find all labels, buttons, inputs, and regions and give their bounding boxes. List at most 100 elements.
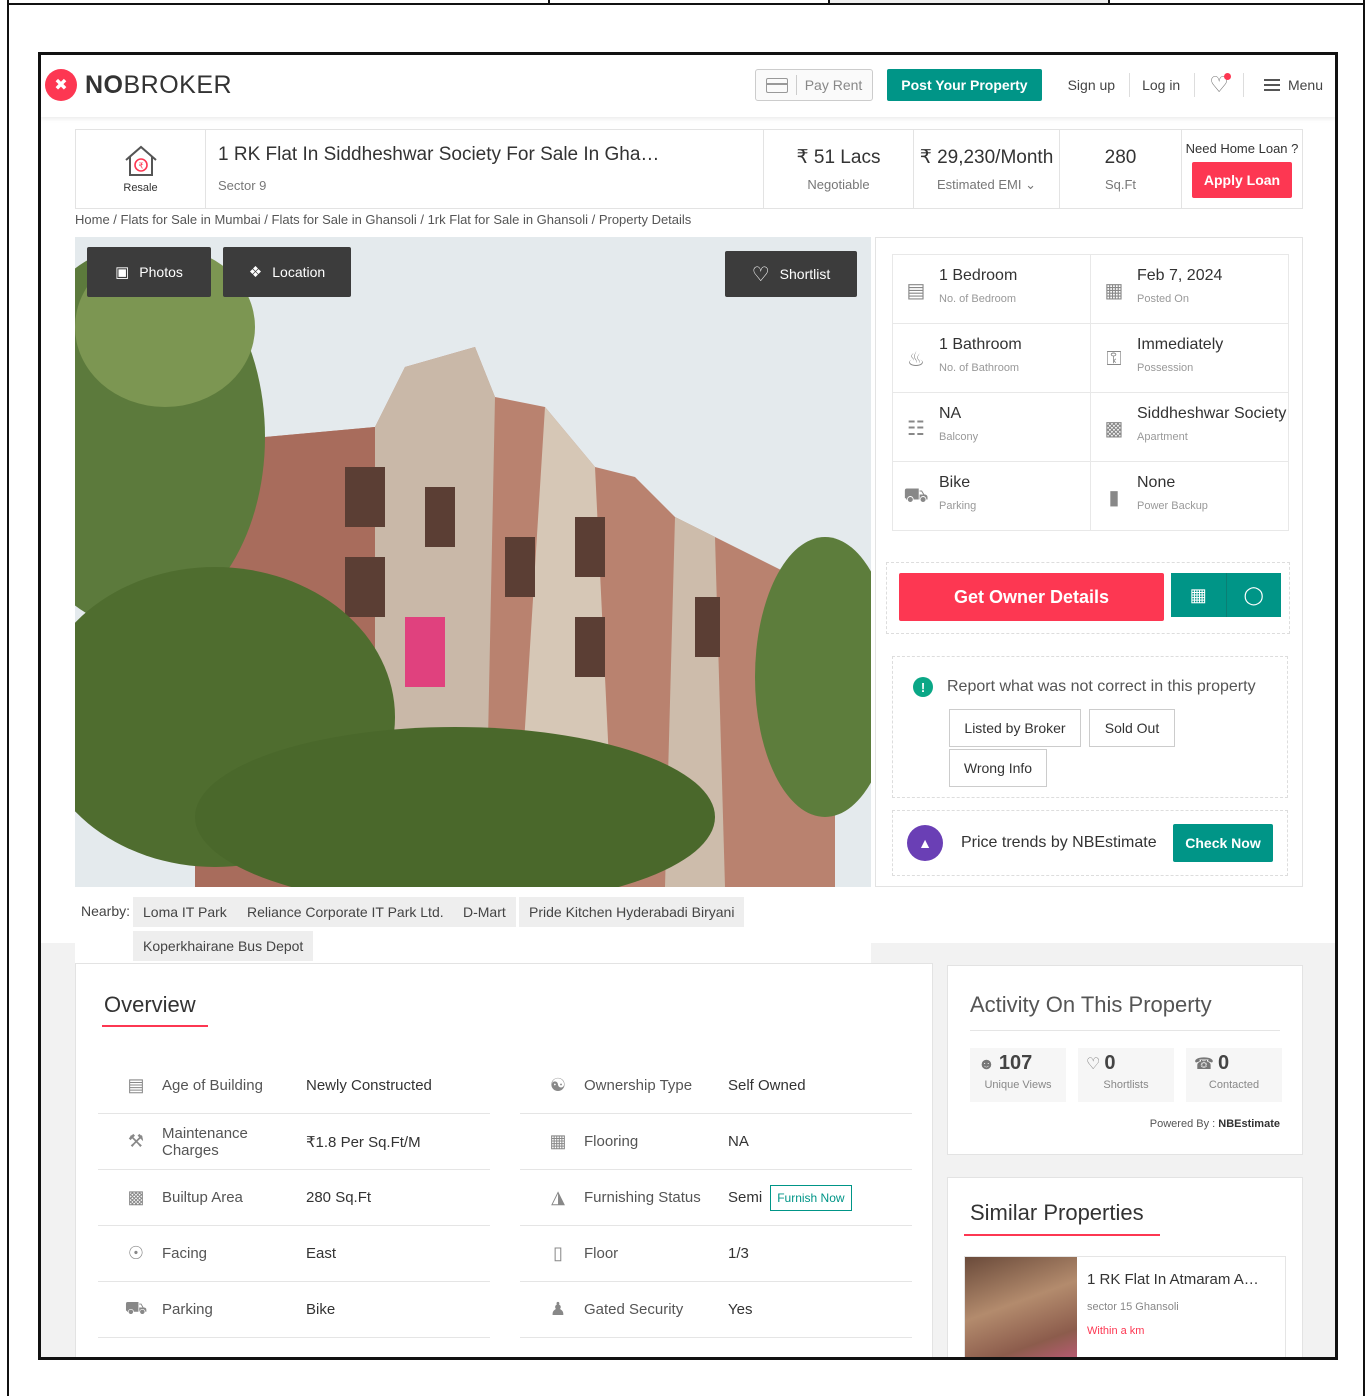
breadcrumb[interactable]: Home / Flats for Sale in Mumbai / Flats … bbox=[75, 212, 691, 227]
overview-value: Yes bbox=[728, 1301, 753, 1318]
shortlist-button[interactable]: ♡ Shortlist bbox=[725, 251, 857, 297]
nearby-label: Nearby: bbox=[81, 903, 131, 919]
area-value: 280 bbox=[1104, 146, 1137, 168]
powered-by: Powered By : NBEstimate bbox=[1150, 1118, 1280, 1130]
alert-icon: ! bbox=[913, 677, 933, 697]
floor-icon: ▯ bbox=[553, 1243, 563, 1263]
overview-label: Flooring bbox=[584, 1133, 639, 1150]
report-heading: ! Report what was not correct in this pro… bbox=[913, 677, 1256, 697]
spec-label: Parking bbox=[939, 500, 977, 512]
property-photo[interactable]: ▣ Photos ❖ Location ♡ Shortlist bbox=[75, 237, 871, 887]
nearby-chip[interactable]: Loma IT Park bbox=[133, 897, 237, 927]
stat-value: 107 bbox=[998, 1052, 1033, 1074]
stat-shortlists: ♡ 0 Shortlists bbox=[1078, 1048, 1174, 1102]
listing-title-cell: 1 RK Flat In Siddheshwar Society For Sal… bbox=[206, 130, 764, 208]
overview-value: NA bbox=[728, 1133, 749, 1150]
overview-label: Gated Security bbox=[584, 1301, 684, 1318]
shortlist-heart-icon[interactable]: ♡ bbox=[1209, 72, 1231, 98]
pay-rent-button[interactable]: Pay Rent bbox=[754, 69, 874, 101]
activity-section: Activity On This Property ☻ 107 Unique Vi… bbox=[947, 965, 1303, 1155]
battery-icon: ▮ bbox=[1108, 486, 1120, 509]
spec-label: No. of Bedroom bbox=[939, 293, 1017, 305]
spec-value: 1 Bedroom bbox=[939, 267, 1018, 284]
similar-property-card[interactable]: 1 RK Flat In Atmaram A… sector 15 Ghanso… bbox=[964, 1256, 1286, 1357]
nearby-chip[interactable]: Koperkhairane Bus Depot bbox=[133, 931, 314, 961]
spec-parking: ⛟ Bike Parking bbox=[892, 461, 1091, 531]
nearby-chip[interactable]: Pride Kitchen Hyderabadi Biryani bbox=[519, 897, 745, 927]
building-icon: ▩ bbox=[1104, 417, 1124, 440]
overview-value: Bike bbox=[306, 1301, 336, 1318]
spec-balcony: ☷ NA Balcony bbox=[892, 392, 1091, 462]
schedule-visit-calendar-icon[interactable]: ▦ bbox=[1171, 573, 1227, 617]
site-header: ✖ NOBROKER Pay Rent Post Your Property S… bbox=[41, 55, 1335, 117]
photos-button[interactable]: ▣ Photos bbox=[87, 247, 211, 297]
report-box: ! Report what was not correct in this pro… bbox=[892, 656, 1288, 798]
property-side-panel: ▤ 1 Bedroom No. of Bedroom ▦ Feb 7, 2024 Pos… bbox=[875, 237, 1303, 887]
guard-icon: ♟ bbox=[549, 1299, 567, 1319]
overview-label: Floor bbox=[584, 1245, 619, 1262]
overview-row: ▩ Builtup Area 280 Sq.Ft bbox=[98, 1170, 490, 1226]
spec-label: Posted On bbox=[1137, 293, 1189, 305]
listing-summary-bar: ₹ Resale 1 RK Flat In Siddheshwar Societ… bbox=[75, 129, 1303, 209]
overview-label: Age of Building bbox=[162, 1077, 263, 1094]
compass-icon: ☉ bbox=[127, 1243, 145, 1263]
similar-properties-section: Similar Properties 1 RK Flat In Atmaram … bbox=[947, 1177, 1303, 1357]
overview-label: Maintenance Charges bbox=[162, 1124, 248, 1159]
nobroker-logo[interactable]: ✖ NOBROKER bbox=[45, 69, 232, 101]
menu-label: Menu bbox=[1287, 77, 1323, 93]
overview-label: Builtup Area bbox=[162, 1189, 243, 1206]
report-chip-broker[interactable]: Listed by Broker bbox=[949, 709, 1081, 747]
car-icon: ⛟ bbox=[903, 484, 929, 507]
emi-note: Estimated EMI bbox=[936, 176, 1022, 192]
user-icon: ☻ bbox=[978, 1056, 995, 1073]
nearby-chip[interactable]: Reliance Corporate IT Park Ltd. bbox=[237, 897, 454, 927]
report-heading-text: Report what was not correct in this prop… bbox=[947, 678, 1256, 695]
overview-row: ♟ Gated Security Yes bbox=[520, 1282, 912, 1338]
nearby-chip[interactable]: D-Mart bbox=[453, 897, 516, 927]
owner-actions: Get Owner Details ▦ ◯ bbox=[886, 562, 1290, 634]
overview-title: Overview bbox=[104, 992, 196, 1017]
menu-button[interactable]: Menu bbox=[1263, 77, 1323, 93]
chat-icon[interactable]: ◯ bbox=[1227, 573, 1282, 617]
spec-power-backup: ▮ None Power Backup bbox=[1090, 461, 1289, 531]
overview-row: ⚒ Maintenance Charges ₹1.8 Per Sq.Ft/M bbox=[98, 1114, 490, 1170]
get-owner-details-button[interactable]: Get Owner Details bbox=[899, 573, 1164, 621]
signup-link[interactable]: Sign up bbox=[1068, 77, 1115, 93]
chevron-down-icon: ⌄ bbox=[1025, 176, 1037, 192]
overview-row: ⛟ Parking Bike bbox=[98, 1282, 490, 1338]
furnish-now-button[interactable]: Furnish Now bbox=[770, 1184, 852, 1211]
ownership-icon: ☯ bbox=[549, 1075, 567, 1095]
stat-contacted: ☎ 0 Contacted bbox=[1186, 1048, 1282, 1102]
price-value: ₹ 51 Lacs bbox=[796, 147, 881, 168]
price-note: Negotiable bbox=[807, 177, 870, 192]
logo-text-bold: NO bbox=[85, 70, 124, 99]
hamburger-icon bbox=[1263, 79, 1280, 91]
stat-label: Contacted bbox=[1208, 1079, 1260, 1091]
post-property-button[interactable]: Post Your Property bbox=[887, 69, 1042, 101]
emi-cell[interactable]: ₹ 29,230/Month Estimated EMI ⌄ bbox=[914, 130, 1060, 208]
similar-property-title: 1 RK Flat In Atmaram A… bbox=[1087, 1271, 1259, 1288]
report-chip-sold-out[interactable]: Sold Out bbox=[1089, 709, 1175, 747]
check-now-button[interactable]: Check Now bbox=[1173, 824, 1273, 862]
photos-label: Photos bbox=[139, 264, 183, 280]
cake-icon: ▤ bbox=[127, 1075, 145, 1095]
home-loan-question: Need Home Loan ? bbox=[1185, 140, 1299, 156]
location-label: Location bbox=[272, 264, 326, 280]
overview-row: ▦ Flooring NA bbox=[520, 1114, 912, 1170]
owner-secondary-actions: ▦ ◯ bbox=[1171, 573, 1281, 617]
similar-property-image bbox=[965, 1257, 1077, 1357]
overview-value: ₹1.8 Per Sq.Ft/M bbox=[306, 1133, 421, 1151]
apply-loan-button[interactable]: Apply Loan bbox=[1192, 161, 1292, 198]
powered-name: NBEstimate bbox=[1218, 1118, 1280, 1130]
emi-value: ₹ 29,230/Month bbox=[919, 146, 1054, 168]
overview-section: Overview ▤ Age of Building Newly Construct… bbox=[75, 963, 933, 1357]
location-button[interactable]: ❖ Location bbox=[223, 247, 351, 297]
overview-value: 1/3 bbox=[728, 1245, 749, 1262]
overview-label: Parking bbox=[162, 1301, 213, 1318]
overview-underline bbox=[102, 1025, 208, 1027]
spec-grid: ▤ 1 Bedroom No. of Bedroom ▦ Feb 7, 2024 Pos… bbox=[892, 254, 1289, 531]
price-trend-icon: ▲ bbox=[907, 825, 943, 861]
report-chip-wrong-info[interactable]: Wrong Info bbox=[949, 749, 1047, 787]
login-link[interactable]: Log in bbox=[1142, 77, 1180, 93]
bed-icon: ▤ bbox=[906, 279, 926, 302]
